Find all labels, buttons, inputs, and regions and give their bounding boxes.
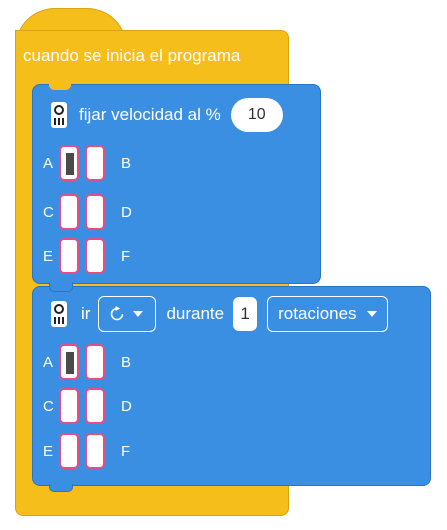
rotations-amount-input[interactable]: 1: [233, 297, 258, 331]
port-label-a: A: [43, 353, 54, 371]
port-label-b: B: [121, 154, 132, 172]
unit-dropdown[interactable]: rotaciones: [267, 296, 388, 332]
clockwise-icon: [111, 306, 124, 321]
chevron-down-icon: [366, 311, 377, 317]
port-row: C D: [43, 388, 137, 424]
port-label-d: D: [121, 203, 132, 221]
motor-hub-icon: [51, 301, 67, 327]
port-b-selector[interactable]: [85, 145, 105, 181]
unit-dropdown-value: rotaciones: [278, 304, 357, 323]
port-row: A B: [43, 344, 137, 380]
port-c-selector[interactable]: [59, 388, 79, 424]
block-tab: [49, 484, 73, 492]
motor-hub-icon: [51, 102, 67, 128]
direction-dropdown[interactable]: [98, 296, 157, 332]
port-e-selector[interactable]: [59, 433, 79, 469]
event-block-title: cuando se inicia el programa: [23, 46, 241, 65]
run-verb-label: ir: [81, 304, 91, 323]
port-d-selector[interactable]: [85, 388, 105, 424]
port-row: E F: [43, 433, 137, 469]
port-label-e: E: [43, 442, 54, 460]
port-e-selector[interactable]: [59, 238, 79, 274]
port-a-selector[interactable]: [59, 344, 79, 380]
port-label-e: E: [43, 247, 54, 265]
set-speed-block[interactable]: fijar velocidad al % 10 A B C D E F: [32, 84, 321, 290]
port-f-selector[interactable]: [85, 433, 105, 469]
port-row: C D: [43, 194, 137, 230]
port-label-c: C: [43, 397, 54, 415]
set-speed-label: fijar velocidad al %: [79, 105, 221, 124]
port-row: E F: [43, 238, 137, 274]
port-f-selector[interactable]: [85, 238, 105, 274]
port-c-selector[interactable]: [59, 194, 79, 230]
run-motor-block[interactable]: ir durante 1 rotaciones A B C D E F: [32, 284, 431, 492]
block-notch: [49, 84, 71, 90]
port-label-f: F: [121, 442, 131, 460]
port-d-selector[interactable]: [85, 194, 105, 230]
duration-label: durante: [166, 304, 225, 323]
block-notch: [49, 284, 73, 292]
port-label-f: F: [121, 247, 131, 265]
port-label-b: B: [121, 353, 132, 371]
port-row: A B: [43, 145, 137, 181]
chevron-down-icon: [133, 311, 144, 317]
speed-value-input[interactable]: 10: [230, 98, 283, 132]
port-label-c: C: [43, 203, 54, 221]
port-a-selector[interactable]: [59, 145, 79, 181]
port-b-selector[interactable]: [85, 344, 105, 380]
port-label-d: D: [121, 397, 132, 415]
port-label-a: A: [43, 154, 54, 172]
